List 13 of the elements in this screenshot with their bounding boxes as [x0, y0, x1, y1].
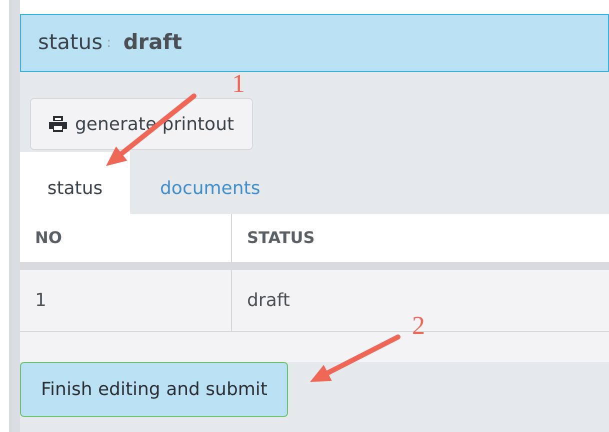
- column-header: STATUS: [246, 227, 316, 249]
- annotation-number: 2: [412, 311, 425, 340]
- annotation-number: 1: [232, 69, 245, 98]
- separator: :: [106, 34, 112, 52]
- status-label: status: [38, 29, 103, 56]
- table-cell-text: draft: [247, 289, 290, 313]
- generate-printout-button[interactable]: generate printout: [30, 98, 254, 150]
- table-cell-text: 1: [35, 289, 46, 313]
- tab[interactable]: status: [20, 152, 130, 214]
- printer-icon: [49, 116, 67, 132]
- column-header: NO: [20, 214, 232, 262]
- submit-button[interactable]: Finish editing and submit: [20, 362, 288, 417]
- status-value: draft: [123, 29, 182, 56]
